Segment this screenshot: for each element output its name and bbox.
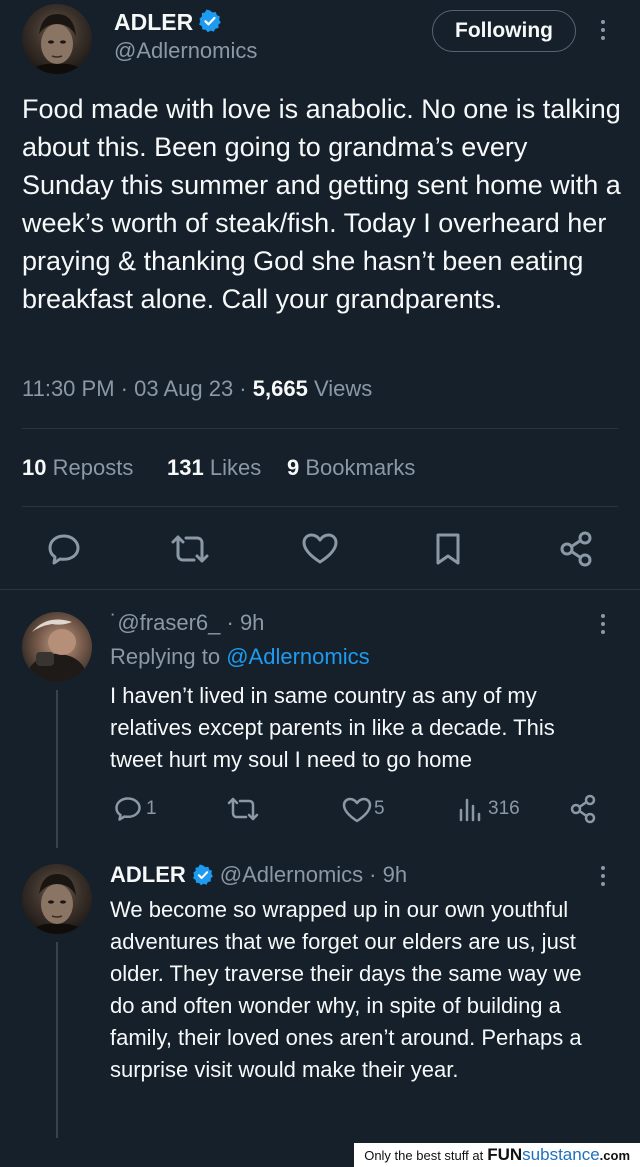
views-count: 316 <box>488 798 520 819</box>
reposts-count: 10 <box>22 455 47 480</box>
reply-2-time: · 9h <box>369 862 408 887</box>
main-tweet-display-name[interactable]: ADLER <box>114 9 193 36</box>
bookmarks-stat[interactable]: 9 Bookmarks <box>287 455 415 481</box>
avatar-portrait <box>30 619 86 682</box>
following-button[interactable]: Following <box>432 10 576 52</box>
watermark-tagline: Only the best stuff at <box>364 1147 484 1163</box>
reply-icon[interactable] <box>47 533 81 565</box>
reposts-label: Reposts <box>52 455 134 480</box>
replying-to-label: Replying to <box>110 644 221 669</box>
main-tweet-text: Food made with love is anabolic. No one … <box>22 94 621 314</box>
more-options-icon[interactable] <box>601 614 605 634</box>
reply-2-handle[interactable]: @Adlernomics <box>220 862 363 888</box>
reply-1-time: · 9h <box>226 610 265 635</box>
main-tweet-avatar[interactable] <box>22 4 92 74</box>
divider <box>0 589 640 590</box>
watermark-brand: FUNsubstance.com <box>487 1145 630 1164</box>
reposts-stat[interactable]: 10 Reposts <box>22 455 133 481</box>
like-icon[interactable] <box>342 797 372 823</box>
divider <box>22 428 618 429</box>
views-label: Views <box>313 376 373 401</box>
bookmarks-label: Bookmarks <box>305 455 416 480</box>
share-icon[interactable] <box>569 794 597 824</box>
like-count: 5 <box>374 798 385 819</box>
reply-1-handle[interactable]: ˙@fraser6_ <box>110 610 220 635</box>
likes-label: Likes <box>209 455 262 480</box>
reply-1-text: I haven’t lived in same country as any o… <box>110 683 555 772</box>
more-options-icon[interactable] <box>601 20 605 40</box>
reply-1-header: ˙@fraser6_ · 9h <box>110 610 264 636</box>
repost-icon[interactable] <box>170 533 210 565</box>
reply-1-avatar[interactable] <box>22 612 92 682</box>
thread-line <box>56 942 58 1138</box>
reply-count: 1 <box>146 798 157 819</box>
watermark-banner: Only the best stuff at FUNsubstance.com <box>354 1143 640 1167</box>
views-count: 5,665 <box>252 376 308 401</box>
main-tweet-timestamp: 11:30 PM · 03 Aug 23 · <box>22 376 247 401</box>
bookmarks-count: 9 <box>287 455 300 480</box>
divider <box>22 506 618 507</box>
main-tweet-meta: 11:30 PM · 03 Aug 23 · 5,665 Views <box>22 376 372 402</box>
thread-line <box>56 690 58 848</box>
views-icon[interactable] <box>458 796 482 822</box>
bookmark-icon[interactable] <box>435 532 461 566</box>
reply-icon[interactable] <box>114 796 142 822</box>
avatar-portrait <box>27 874 87 934</box>
replying-to-handle[interactable]: @Adlernomics <box>226 644 369 669</box>
reply-2-text: We become so wrapped up in our own youth… <box>110 897 582 1082</box>
replying-to-line: Replying to @Adlernomics <box>110 644 370 670</box>
like-icon[interactable] <box>302 533 338 565</box>
share-icon[interactable] <box>559 531 593 567</box>
reply-2-display-name[interactable]: ADLER <box>110 862 186 888</box>
verified-badge-icon <box>192 864 214 886</box>
avatar-portrait <box>27 14 87 74</box>
likes-count: 131 <box>167 455 204 480</box>
reply-2-avatar[interactable] <box>22 864 92 934</box>
main-tweet-handle[interactable]: @Adlernomics <box>114 38 257 64</box>
repost-icon[interactable] <box>226 796 260 822</box>
reply-2-header: ADLER @Adlernomics · 9h <box>110 862 407 888</box>
verified-badge-icon <box>198 9 222 33</box>
likes-stat[interactable]: 131 Likes <box>167 455 261 481</box>
more-options-icon[interactable] <box>601 866 605 886</box>
